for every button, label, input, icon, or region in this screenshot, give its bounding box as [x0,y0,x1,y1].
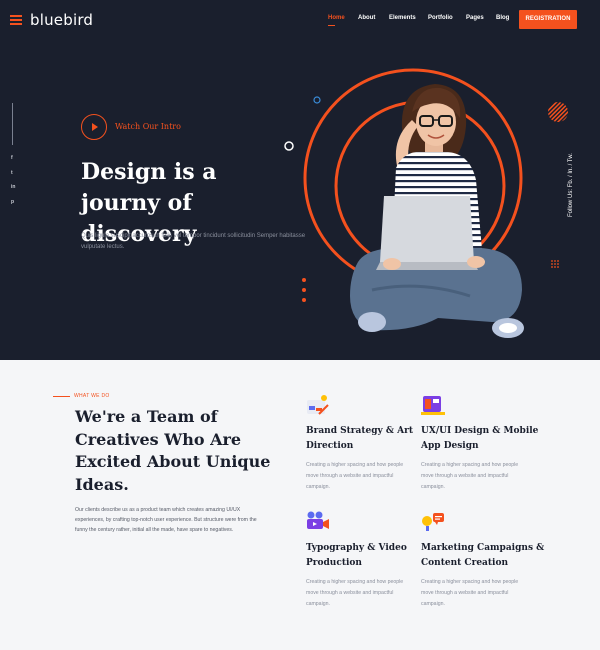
play-video-button[interactable] [81,114,107,140]
section-eyebrow: WHAT WE DO [74,393,110,399]
service-title: Marketing Campaigns & Content Creation [421,543,545,568]
registration-button[interactable]: REGISTRATION [519,10,577,29]
service-description: Creating a higher spacing and how people… [306,579,404,607]
nav-home[interactable]: Home [328,15,345,21]
social-divider [12,103,13,145]
pinterest-icon[interactable]: p [11,199,14,205]
eyebrow-line [53,396,70,397]
watch-intro-link[interactable]: Watch Our Intro [115,122,181,131]
hamburger-menu-icon[interactable] [10,15,22,25]
nav-blog[interactable]: Blog [496,15,509,21]
service-description: Creating a higher spacing and how people… [421,462,519,490]
nav-elements[interactable]: Elements [389,15,416,21]
service-description: Creating a higher spacing and how people… [421,579,519,607]
brand-logo[interactable]: bluebird [30,11,93,29]
nav-about[interactable]: About [358,15,375,21]
section-title: We're a Team of Creatives Who Are Excite… [75,407,271,494]
facebook-icon[interactable]: f [11,155,13,161]
linkedin-icon[interactable]: in [11,184,15,190]
service-description: Creating a higher spacing and how people… [306,462,404,490]
top-navbar: bluebird Home About Elements Portfolio P… [0,0,600,40]
section-description: Our clients describe us as a product tea… [75,507,257,533]
play-icon [92,123,98,131]
service-title: Typography & Video Production [306,543,407,568]
nav-portfolio[interactable]: Portfolio [428,15,453,21]
ui-design-icon [421,396,445,415]
twitter-icon[interactable]: t [11,170,13,176]
hero-description: Quis ligula suscipit accumsan felis vel … [81,233,306,250]
brand-icon [307,395,329,415]
hero-section: bluebird Home About Elements Portfolio P… [0,0,600,360]
megaphone-icon [422,513,444,531]
nav-pages[interactable]: Pages [466,15,484,21]
service-title: Brand Strategy & Art Direction [306,426,414,451]
service-title: UX/UI Design & Mobile App Design [421,426,539,451]
video-camera-icon [307,511,329,529]
nav-active-indicator [328,25,335,26]
follow-us-links[interactable]: Follow Us: Fb. / In. / Tw. [568,153,574,217]
